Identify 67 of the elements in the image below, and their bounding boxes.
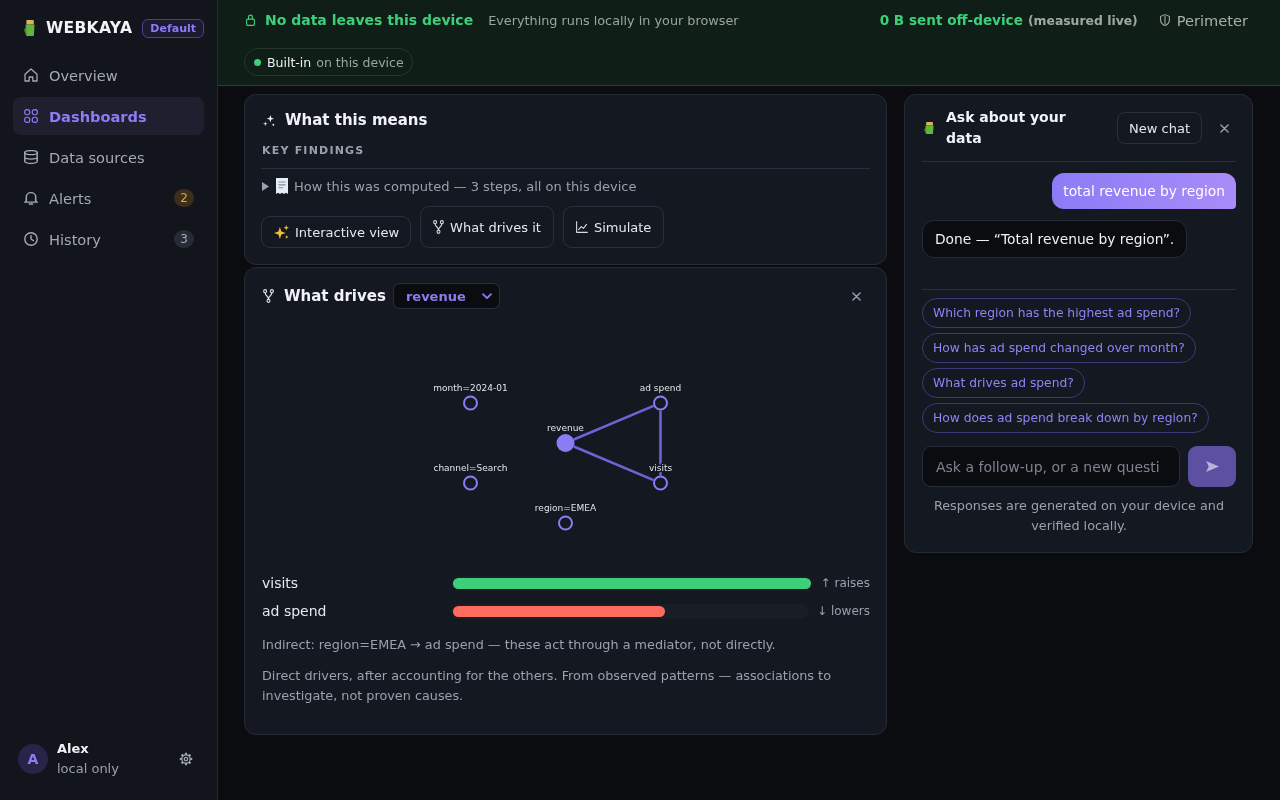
panel-title: Ask about your data — [946, 108, 1067, 148]
settings-icon — [179, 751, 193, 766]
logo-icon — [24, 20, 35, 36]
database-icon — [24, 150, 38, 164]
card-title: What this means — [285, 111, 428, 129]
footer-note: Responses are generated on your device and verified locally. — [932, 497, 1226, 535]
graph-node: channel=Search — [433, 463, 508, 491]
chat-input[interactable]: Ask a follow-up, or a new questi — [922, 446, 1180, 487]
settings-button[interactable] — [179, 751, 193, 766]
nav-item[interactable]: Dashboards — [13, 97, 204, 135]
graph-node: ad spend — [639, 383, 682, 411]
count-badge: 3 — [174, 230, 194, 248]
privacy-subtitle: Everything runs locally in your browser — [488, 12, 739, 28]
action-button[interactable]: Interactive view — [261, 216, 412, 248]
home-icon — [24, 68, 38, 82]
status-dot-icon — [254, 58, 261, 66]
assistant-message: Done — “Total revenue by region”. — [922, 220, 1188, 258]
card-title: What drives — [284, 287, 386, 305]
sparkle-icon — [263, 114, 275, 126]
user-name: Alex — [57, 741, 90, 756]
target-dropdown[interactable]: revenue — [392, 283, 500, 309]
close-icon — [1219, 123, 1229, 133]
action-button[interactable]: What drives it — [420, 206, 554, 248]
effect-label: ↓ lowers — [817, 604, 870, 618]
user-status: local only — [57, 761, 119, 776]
graph-node: month=2024-01 — [433, 383, 508, 411]
action-button[interactable]: Simulate — [562, 206, 665, 248]
measurement-note: (measured live) — [1027, 12, 1138, 28]
sparkles-icon — [274, 225, 289, 239]
user-avatar: A — [18, 743, 48, 774]
close-icon — [851, 291, 861, 301]
clock-icon — [24, 232, 38, 246]
send-button[interactable] — [1188, 446, 1236, 487]
engine-note: on this device — [316, 54, 404, 70]
driver-name: ad spend — [261, 603, 328, 619]
indirect-note: Indirect: region=EMEA → ad spend — these act through a mediator, not directly. — [261, 636, 777, 654]
lock-icon — [246, 14, 255, 26]
section-heading: KEY FINDINGS — [261, 143, 366, 159]
graph-node: revenue — [547, 423, 584, 452]
caret-icon — [481, 292, 492, 300]
nav-item[interactable]: Alerts 2 — [13, 179, 204, 217]
bell-icon — [24, 191, 38, 205]
driver-name: visits — [261, 575, 300, 591]
privacy-headline: No data leaves this device — [265, 12, 474, 28]
branch-icon — [263, 289, 274, 303]
workspace-tag[interactable]: Default — [142, 18, 204, 38]
sent-counter: 0 B sent off-device — [879, 12, 1023, 28]
disclaimer-text: Direct drivers, after accounting for the others. From observed patterns — associations to investigate, not proven causes. — [261, 667, 832, 705]
new-chat-button[interactable]: New chat — [1117, 112, 1202, 144]
nav-item[interactable]: History 3 — [13, 220, 204, 258]
engine-name: Built-in — [267, 54, 312, 70]
perimeter-button[interactable]: Perimeter — [1159, 11, 1248, 29]
grid-icon — [24, 109, 38, 123]
details-toggle[interactable]: How this was computed — 3 steps, all on this device — [261, 178, 637, 194]
count-badge: 2 — [174, 189, 194, 207]
chart-icon — [575, 221, 588, 233]
user-message: total revenue by region — [1052, 173, 1236, 209]
shield-icon — [1159, 14, 1170, 26]
graph-node: region=EMEA — [534, 503, 597, 531]
receipt-icon — [276, 178, 288, 194]
branch-icon — [433, 220, 445, 234]
logo-icon — [924, 122, 934, 134]
nav-item[interactable]: Overview — [13, 56, 204, 94]
nav-item[interactable]: Data sources — [13, 138, 204, 176]
brand-name: WEBKAYA — [45, 19, 133, 37]
effect-label: ↑ raises — [820, 576, 870, 590]
send-icon — [1205, 461, 1219, 472]
